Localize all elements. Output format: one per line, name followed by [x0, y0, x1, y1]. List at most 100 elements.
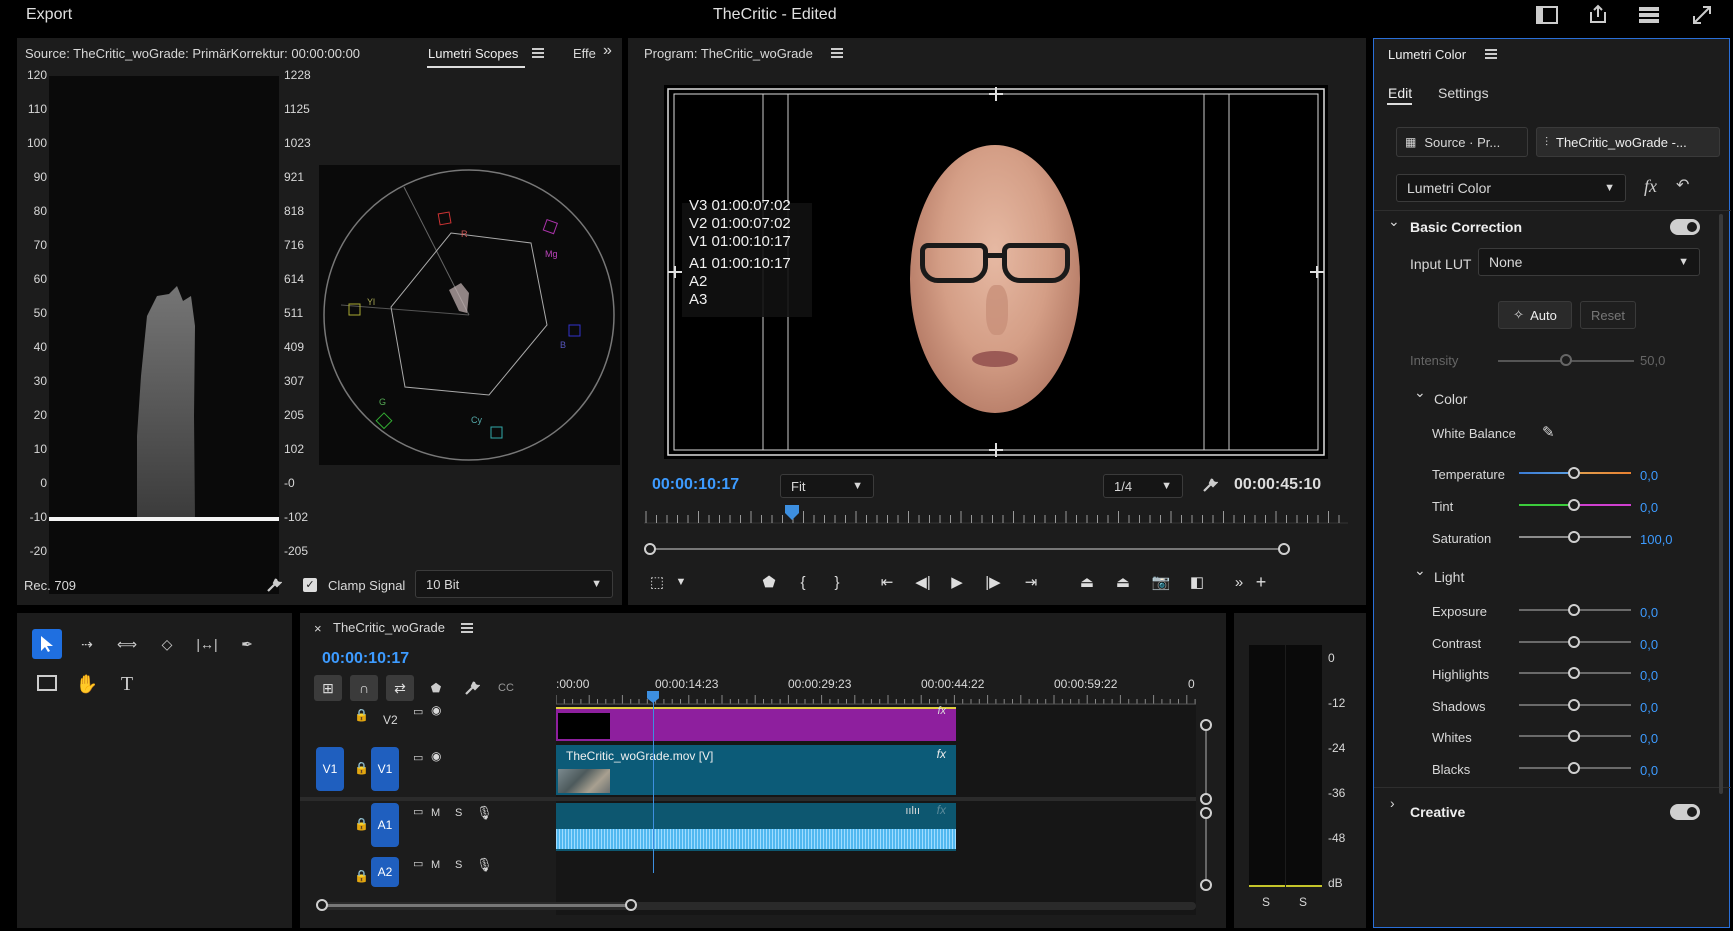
- saturation-slider-knob[interactable]: [1568, 531, 1580, 543]
- timeline-timecode[interactable]: 00:00:10:17: [322, 650, 409, 668]
- rec-709-label[interactable]: Rec. 709: [24, 578, 76, 593]
- basic-correction-heading[interactable]: Basic Correction: [1410, 219, 1522, 235]
- meter-solo-right[interactable]: S: [1299, 895, 1307, 909]
- track-lock-icon[interactable]: 🔒: [354, 708, 369, 722]
- rectangle-tool-icon[interactable]: [32, 669, 62, 699]
- captions-icon[interactable]: CC: [494, 675, 518, 701]
- source-panel-title[interactable]: Source: TheCritic_woGrade: PrimärKorrekt…: [25, 46, 360, 61]
- tab-effects[interactable]: Effe: [573, 46, 596, 61]
- time-ruler[interactable]: [644, 503, 1348, 533]
- v-scroll-handle-mid[interactable]: [1200, 793, 1212, 805]
- h-scroll-left-handle[interactable]: [316, 899, 328, 911]
- light-chevron[interactable]: ⌄: [1414, 562, 1426, 579]
- contrast-value[interactable]: 0,0: [1640, 637, 1658, 652]
- pen-tool-icon[interactable]: ✒: [232, 629, 262, 659]
- intensity-value[interactable]: 50,0: [1640, 353, 1665, 368]
- safe-margins-button[interactable]: ⬚: [646, 570, 668, 594]
- mute-button[interactable]: M: [431, 859, 440, 871]
- clip-v1[interactable]: TheCritic_woGrade.mov [V] fx: [556, 745, 956, 795]
- tint-value[interactable]: 0,0: [1640, 500, 1658, 515]
- scopes-menu-icon[interactable]: [531, 46, 545, 60]
- timeline-ruler[interactable]: :00:00 00:00:14:23 00:00:29:23 00:00:44:…: [556, 675, 1196, 705]
- auto-button[interactable]: ✧ Auto: [1498, 301, 1572, 329]
- linked-selection-icon[interactable]: ⇄: [386, 675, 414, 701]
- mic-icon[interactable]: 🎙: [476, 857, 493, 873]
- fullscreen-icon[interactable]: [1690, 3, 1714, 27]
- track-a2-target[interactable]: A2: [371, 857, 399, 887]
- shadows-slider-knob[interactable]: [1568, 699, 1580, 711]
- blacks-slider-knob[interactable]: [1568, 762, 1580, 774]
- saturation-value[interactable]: 100,0: [1640, 532, 1673, 547]
- v-scrollbar[interactable]: [1205, 731, 1207, 793]
- hand-tool-icon[interactable]: ✋: [72, 669, 102, 699]
- v-scrollbar-audio[interactable]: [1205, 819, 1207, 879]
- color-chevron[interactable]: ⌄: [1414, 384, 1426, 401]
- exposure-slider-knob[interactable]: [1568, 604, 1580, 616]
- track-output-icon[interactable]: ▭: [413, 705, 423, 718]
- source-clip-button[interactable]: ▦ Source · Pr...: [1396, 127, 1528, 157]
- mark-in-icon[interactable]: {: [792, 570, 814, 594]
- mic-icon[interactable]: 🎙: [476, 805, 493, 821]
- meter-solo-left[interactable]: S: [1262, 895, 1270, 909]
- button-editor-plus-icon[interactable]: +: [1250, 570, 1272, 594]
- creative-heading[interactable]: Creative: [1410, 804, 1465, 820]
- highlights-value[interactable]: 0,0: [1640, 668, 1658, 683]
- add-marker-timeline-icon[interactable]: ⬟: [424, 675, 448, 701]
- tab-lumetri-scopes[interactable]: Lumetri Scopes: [428, 46, 518, 61]
- shadows-value[interactable]: 0,0: [1640, 700, 1658, 715]
- clip-a1[interactable]: ıılıı fx: [556, 803, 956, 851]
- h-scroll-right-handle[interactable]: [625, 899, 637, 911]
- track-v1-target[interactable]: V1: [371, 747, 399, 791]
- intensity-slider-knob[interactable]: [1560, 354, 1572, 366]
- program-timecode[interactable]: 00:00:10:17: [652, 476, 739, 494]
- whites-slider-knob[interactable]: [1568, 730, 1580, 742]
- clamp-signal-checkbox[interactable]: ✓: [303, 578, 317, 592]
- contrast-slider-knob[interactable]: [1568, 636, 1580, 648]
- tab-settings[interactable]: Settings: [1438, 85, 1489, 101]
- reset-effect-icon[interactable]: ↶: [1676, 175, 1689, 195]
- track-select-tool-icon[interactable]: ⇢: [72, 629, 102, 659]
- play-icon[interactable]: ▶: [946, 570, 968, 594]
- sequence-tab[interactable]: TheCritic_woGrade: [333, 620, 445, 635]
- timeline-settings-wrench-icon[interactable]: [460, 675, 484, 701]
- snap-icon[interactable]: ∩: [350, 675, 378, 701]
- more-buttons-icon[interactable]: »: [1230, 570, 1248, 594]
- share-icon[interactable]: [1586, 2, 1610, 26]
- blacks-value[interactable]: 0,0: [1640, 763, 1658, 778]
- track-output-icon[interactable]: ▭: [413, 857, 423, 870]
- export-tab[interactable]: Export: [26, 6, 72, 24]
- workspaces-icon[interactable]: [1637, 3, 1661, 27]
- zoom-scrollbar[interactable]: [650, 548, 1284, 550]
- temperature-slider-knob[interactable]: [1568, 467, 1580, 479]
- creative-chevron[interactable]: ›: [1390, 795, 1395, 811]
- go-to-in-icon[interactable]: ⇤: [874, 570, 900, 594]
- track-a1-target[interactable]: A1: [371, 803, 399, 847]
- close-sequence-icon[interactable]: ×: [314, 621, 322, 636]
- sequence-menu-icon[interactable]: [460, 621, 474, 635]
- step-forward-icon[interactable]: |▶: [982, 570, 1004, 594]
- lumetri-scrollbar[interactable]: [1719, 214, 1723, 794]
- lumetri-menu-icon[interactable]: [1484, 47, 1498, 61]
- comparison-view-icon[interactable]: ◧: [1184, 570, 1210, 594]
- solo-button[interactable]: S: [455, 859, 462, 871]
- slip-tool-icon[interactable]: |↔|: [192, 629, 222, 659]
- highlights-slider-knob[interactable]: [1568, 667, 1580, 679]
- track-output-icon[interactable]: ▭: [413, 805, 423, 818]
- exposure-value[interactable]: 0,0: [1640, 605, 1658, 620]
- basic-correction-toggle[interactable]: [1670, 219, 1700, 235]
- extract-icon[interactable]: ⏏: [1110, 570, 1136, 594]
- track-lock-icon[interactable]: 🔒: [354, 817, 369, 831]
- eyedropper-icon[interactable]: ✎: [1542, 423, 1555, 441]
- mark-out-icon[interactable]: }: [826, 570, 848, 594]
- track-lock-icon[interactable]: 🔒: [354, 869, 369, 883]
- sequence-clip-button[interactable]: ⫶ TheCritic_woGrade -...: [1536, 127, 1720, 157]
- mute-button[interactable]: M: [431, 807, 440, 819]
- tint-slider-knob[interactable]: [1568, 499, 1580, 511]
- razor-tool-icon[interactable]: ◇: [152, 629, 182, 659]
- type-tool-icon[interactable]: T: [112, 669, 142, 699]
- ripple-edit-tool-icon[interactable]: ⟺: [112, 629, 142, 659]
- wrench-icon[interactable]: [264, 575, 284, 595]
- zoom-scrollbar-left-handle[interactable]: [644, 543, 656, 555]
- bit-depth-dropdown[interactable]: 10 Bit ▼: [415, 570, 613, 598]
- tracks-area[interactable]: fx TheCritic_woGrade.mov [V] fx ıılıı fx: [556, 695, 1196, 915]
